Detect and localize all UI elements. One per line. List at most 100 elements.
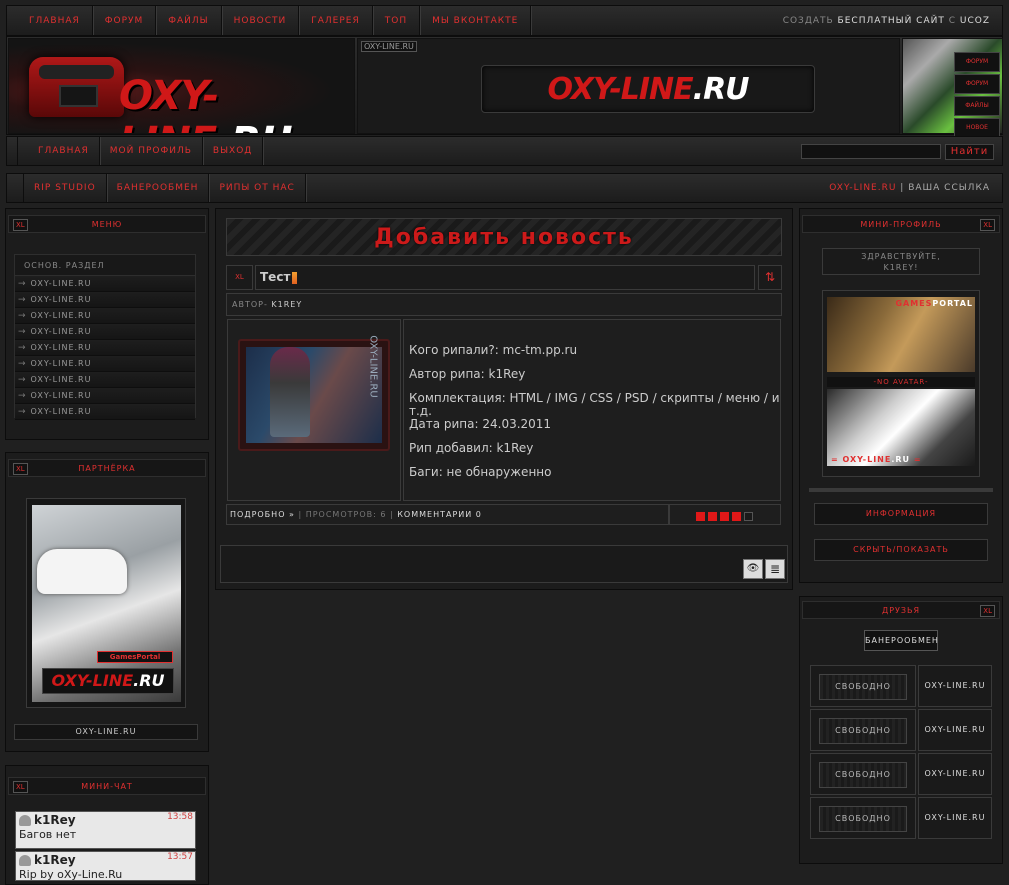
sort-icon[interactable]: ⇅ [758, 265, 782, 290]
nav2-home[interactable]: Главная [17, 137, 100, 165]
free-slot-label: Свободно [819, 674, 907, 700]
avatar-label: GAMESPORTAL [895, 299, 973, 308]
mini-files-button[interactable]: Файлы [954, 96, 1000, 116]
marker-icon [292, 271, 298, 284]
menu-item[interactable]: → oxy-line.ru [15, 324, 195, 340]
menu-item-label: oxy-line.ru [30, 359, 92, 368]
header-mini-nav: Форум Форум Файлы Новое [954, 52, 1000, 140]
free-slot-label: Свободно [819, 806, 907, 832]
menu-item[interactable]: → oxy-line.ru [15, 372, 195, 388]
nav-vk[interactable]: Мы ВКонтакте [420, 6, 532, 35]
search-input[interactable] [801, 144, 941, 159]
menu-list: Основ. раздел → oxy-line.ru → oxy-line.ru … [14, 254, 196, 420]
xl-badge: XL [13, 781, 28, 793]
rating-star[interactable] [732, 512, 741, 521]
news-line: Кого рипали?: mc-tm.pp.ru [409, 343, 578, 357]
arrow-right-icon: → [18, 326, 27, 337]
mini-new-button[interactable]: Новое [954, 118, 1000, 138]
site-logo[interactable]: OXY-LINE.RU [8, 38, 355, 134]
xl-badge: XL [980, 219, 995, 231]
friend-site-link[interactable]: oxy-line.ru [918, 709, 992, 751]
free-slot-label: Свободно [819, 762, 907, 788]
rating-star[interactable] [696, 512, 705, 521]
chat-author[interactable]: k1Rey [34, 853, 76, 867]
search-button[interactable]: Найти [945, 144, 994, 160]
nav3-banner-exchange[interactable]: Банерообмен [107, 174, 210, 202]
news-line: Баги: не обнаруженно [409, 465, 552, 479]
friend-site-link[interactable]: oxy-line.ru [918, 753, 992, 795]
nav3-rip-studio[interactable]: Rip Studio [23, 174, 107, 202]
menu-item[interactable]: → oxy-line.ru [15, 276, 195, 292]
chat-author[interactable]: k1Rey [34, 813, 76, 827]
ucoz-brand: uCoz [959, 15, 990, 26]
menu-item[interactable]: → oxy-line.ru [15, 404, 195, 420]
partner-banner[interactable]: GamesPortal OXY-LINE.RU [26, 498, 186, 708]
nav-forum[interactable]: Форум [93, 6, 157, 35]
menu-item[interactable]: → oxy-line.ru [15, 308, 195, 324]
menu-item[interactable]: → oxy-line.ru [15, 356, 195, 372]
avatar-label-white: PORTAL [932, 299, 973, 308]
create-bold: бесплатный сайт [837, 15, 945, 26]
free-slot[interactable]: Свободно [810, 753, 916, 795]
friends-title: Друзья [881, 605, 921, 615]
info-button[interactable]: Информация [814, 503, 988, 525]
author-row: Автор- k1Rey [226, 293, 782, 316]
nav3-our-rips[interactable]: Рипы от нас [209, 174, 306, 202]
avatar-area: GAMESPORTAL -no avatar- = OXY-LINE.RU = [822, 290, 980, 477]
rating-stars[interactable] [669, 504, 781, 525]
your-link-site: OXY-LINE.RU [829, 183, 897, 193]
xl-badge: XL [13, 219, 28, 231]
nav2-profile[interactable]: Мой профиль [100, 137, 203, 165]
nav-files[interactable]: Файлы [156, 6, 222, 35]
your-link-label: Ваша ссылка [908, 183, 990, 193]
arrow-right-icon: → [18, 278, 27, 289]
news-title[interactable]: Тест [255, 265, 755, 290]
document-icon[interactable]: ≣ [765, 559, 785, 579]
partner-link[interactable]: oxy-line.ru [14, 724, 198, 740]
your-link[interactable]: OXY-LINE.RU | Ваша ссылка [829, 183, 1002, 193]
rating-star[interactable] [708, 512, 717, 521]
menu-item[interactable]: → oxy-line.ru [15, 292, 195, 308]
read-more-link[interactable]: Подробно » [230, 510, 295, 519]
toggle-button[interactable]: Скрыть/Показать [814, 539, 988, 561]
profile-banner[interactable]: = OXY-LINE.RU = [827, 389, 975, 466]
nav-home[interactable]: Главная [7, 6, 93, 35]
logo-main: OXY-LINE [119, 73, 219, 133]
logo-text: OXY-LINE.RU [119, 73, 354, 133]
comments-link[interactable]: Комментарии 0 [397, 510, 482, 519]
header-banner[interactable]: OXY-LINE .RU [481, 65, 815, 113]
nav2-logout[interactable]: Выход [203, 137, 264, 165]
free-slot[interactable]: Свободно [810, 797, 916, 839]
xl-badge: XL [13, 463, 28, 475]
news-image[interactable]: OXY-LINE.RU [238, 335, 390, 451]
nav-top[interactable]: Топ [373, 6, 421, 35]
avatar[interactable]: GAMESPORTAL [827, 297, 975, 372]
friend-site-link[interactable]: oxy-line.ru [918, 797, 992, 839]
divider [809, 488, 993, 492]
user-nav: Главная Мой профиль Выход Найти [6, 136, 1003, 166]
news-body: Кого рипали?: mc-tm.pp.ru Автор рипа: k1… [403, 319, 781, 501]
mini-forum-button-2[interactable]: Форум [954, 74, 1000, 94]
rating-star[interactable] [720, 512, 729, 521]
mini-forum-button[interactable]: Форум [954, 52, 1000, 72]
free-slot[interactable]: Свободно [810, 709, 916, 751]
menu-title: Меню [91, 219, 123, 229]
eye-icon[interactable]: 👁 [743, 559, 763, 579]
friend-site-link[interactable]: oxy-line.ru [918, 665, 992, 707]
create-prefix: Создать [782, 15, 838, 26]
add-news-heading[interactable]: Добавить новость [226, 218, 782, 256]
banner-exchange-button[interactable]: Банерообмен [864, 630, 938, 651]
xl-badge: XL [980, 605, 995, 617]
nav-gallery[interactable]: Галерея [299, 6, 373, 35]
create-site-link[interactable]: Создать бесплатный сайт с uCoz [783, 16, 1002, 26]
menu-item[interactable]: → oxy-line.ru [15, 340, 195, 356]
partner-logo: OXY-LINE.RU [42, 668, 174, 694]
rating-star[interactable] [744, 512, 753, 521]
free-slot[interactable]: Свободно [810, 665, 916, 707]
author-name[interactable]: k1Rey [271, 300, 302, 309]
profile-banner-red-end: = [910, 455, 922, 464]
greeting-line: Здравствуйте, [861, 252, 941, 261]
nav-news[interactable]: Новости [222, 6, 300, 35]
menu-item[interactable]: → oxy-line.ru [15, 388, 195, 404]
news-line: Комплектация: HTML / IMG / CSS / PSD / с… [409, 391, 780, 418]
